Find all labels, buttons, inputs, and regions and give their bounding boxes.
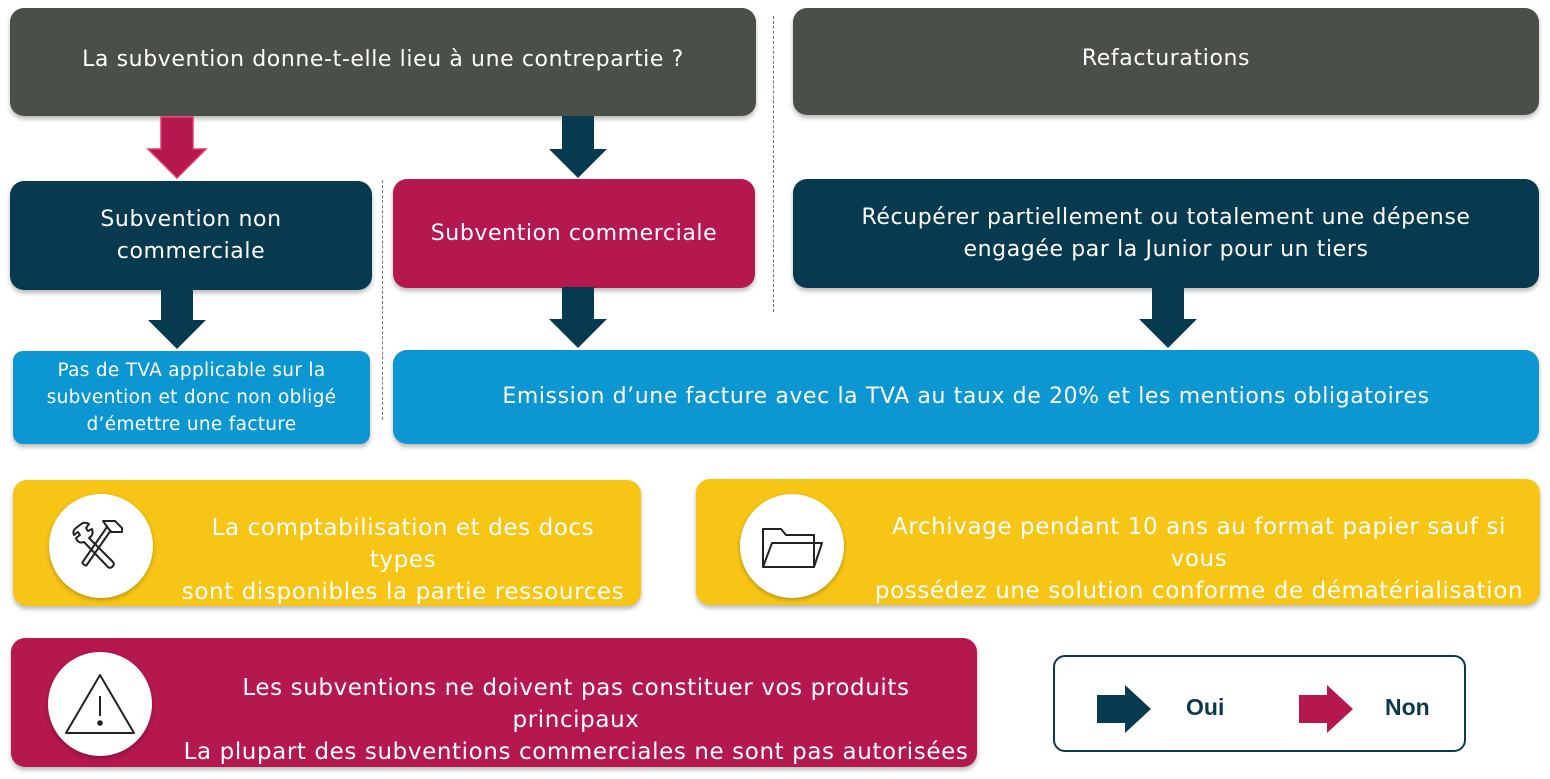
separator-dashed-left [382,180,383,420]
comptabilisation-line1: La comptabilisation et des docs types [211,515,595,573]
emission-text: Emission d’une facture avec la TVA au ta… [502,384,1430,409]
question-text: La subvention donne-t-elle lieu à une co… [82,47,684,72]
warning-line2: La plupart des subventions commerciales … [183,739,969,765]
archivage-line1: Archivage pendant 10 ans au format papie… [891,514,1506,572]
refacturations-box: Refacturations [793,8,1539,115]
arrow-oui-3 [549,287,607,348]
warning-line1: Les subventions ne doivent pas constitue… [242,675,910,733]
archivage-text: Archivage pendant 10 ans au format papie… [864,511,1534,607]
commerciale-text: Subvention commerciale [430,220,718,246]
subvention-non-commerciale-box: Subvention non commerciale [10,181,372,290]
arrow-oui-2 [148,288,206,349]
pas-de-tva-box: Pas de TVA applicable sur la subvention … [13,351,370,444]
arrow-non-1 [146,116,208,180]
arrow-oui-1 [549,116,607,178]
hammer-wrench-icon [72,520,123,569]
legend: Oui Non [1053,655,1466,752]
refacturations-title: Refacturations [1081,45,1251,71]
legend-non-arrow-icon [1299,685,1353,733]
warning-icon-circle [48,652,152,756]
legend-oui-label: Oui [1186,694,1225,720]
warning-box: Les subventions ne doivent pas constitue… [11,638,977,767]
arrow-oui-4 [1139,287,1197,348]
question-box: La subvention donne-t-elle lieu à une co… [10,8,756,116]
non-commerciale-line1: Subvention non [100,206,282,232]
comptabilisation-box: La comptabilisation et des docs types so… [13,480,641,606]
pas-tva-line3: d’émettre une facture [86,414,297,435]
emission-facture-box: Emission d’une facture avec la TVA au ta… [393,350,1539,444]
pas-tva-line2: subvention et donc non obligé [46,387,337,408]
non-commerciale-line2: commerciale [116,238,266,264]
archivage-box: Archivage pendant 10 ans au format papie… [696,479,1540,605]
separator-dashed-right [773,16,774,312]
recuperer-depense-box: Récupérer partiellement ou totalement un… [793,179,1539,288]
recuperer-line1: Récupérer partiellement ou totalement un… [861,204,1471,230]
warning-icon [65,674,135,734]
recuperer-line2: engagée par la Junior pour un tiers [963,236,1369,262]
pas-tva-line1: Pas de TVA applicable sur la [57,360,326,381]
comptabilisation-line2: sont disponibles la partie ressources [181,579,625,605]
warning-text: Les subventions ne doivent pas constitue… [181,672,971,768]
comptabilisation-text: La comptabilisation et des docs types so… [178,512,628,608]
archivage-icon-circle [740,494,844,598]
legend-oui-arrow-icon [1097,685,1151,733]
legend-non-label: Non [1385,694,1430,720]
folder-icon [762,528,823,568]
subvention-commerciale-box: Subvention commerciale [393,179,755,288]
archivage-line2: possédez une solution conforme de dématé… [874,578,1524,604]
comptabilisation-icon-circle [49,494,153,598]
